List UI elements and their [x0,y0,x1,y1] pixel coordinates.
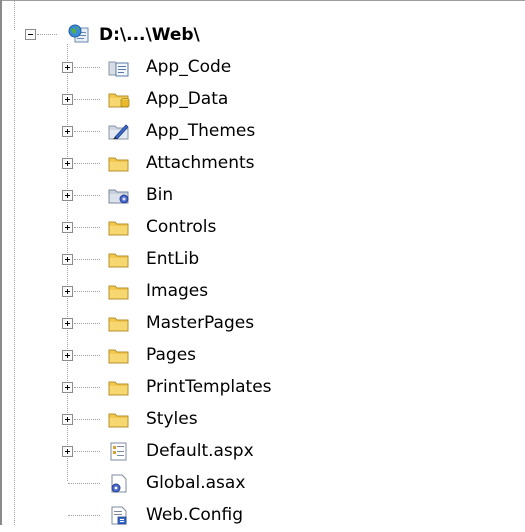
tree-connector [74,259,100,260]
tree-connector [74,291,100,292]
tree-item-label: Pages [146,345,197,365]
folder-icon [108,349,129,364]
tree-item-label: PrintTemplates [146,377,272,397]
tree-item-attachments[interactable]: Attachments [0,148,300,180]
tree-connector [74,419,100,420]
tree-connector [74,355,100,356]
tree-item-label: Controls [146,217,217,237]
tree-connector [74,451,100,452]
expand-toggle[interactable] [62,222,73,233]
folder-icon [108,221,129,236]
tree-item-label: MasterPages [146,313,255,333]
tree-item-label: Styles [146,409,198,429]
tree-connector [74,99,100,100]
aspx-page-icon [110,442,127,461]
tree-item-label: EntLib [146,249,200,269]
tree-item-label: App_Code [146,57,232,77]
tree-item-app-data[interactable]: App_Data [0,84,300,116]
tree-item-default-aspx[interactable]: Default.aspx [0,436,300,468]
app-data-folder-icon [108,93,130,108]
tree-connector [74,163,100,164]
root-label: D:\...\Web\ [99,25,200,45]
tree-connector [74,195,100,196]
app-themes-folder-icon [108,124,129,140]
folder-icon [108,285,129,300]
tree-item-label: Attachments [146,153,255,173]
folder-icon [108,381,129,396]
web-project-icon [68,24,89,43]
tree-connector [74,131,100,132]
top-border [0,0,525,1]
tree-connector [74,387,100,388]
folder-icon [108,317,129,332]
expand-toggle[interactable] [62,446,73,457]
tree-item-label: Default.aspx [146,441,254,461]
tree-item-label: Bin [146,185,174,205]
tree-connector [68,515,100,516]
tree-connector [68,483,100,484]
app-code-folder-icon [108,61,129,77]
asax-file-icon [111,474,127,493]
tree-item-pages[interactable]: Pages [0,340,300,372]
expand-toggle[interactable] [62,254,73,265]
tree-connector [74,67,100,68]
tree-item-global-asax[interactable]: Global.asax [0,468,300,500]
tree-item-app-themes[interactable]: App_Themes [0,116,300,148]
expand-toggle[interactable] [62,94,73,105]
folder-icon [108,413,129,428]
tree-item-label: Web.Config [146,505,244,525]
tree-connector [74,227,100,228]
expand-toggle[interactable] [62,382,73,393]
folder-icon [108,253,129,268]
bin-folder-icon [108,189,129,204]
expand-toggle[interactable] [62,286,73,297]
tree-item-app-code[interactable]: App_Code [0,52,300,84]
tree-item-label: App_Themes [146,121,256,141]
tree-item-label: Global.asax [146,473,246,493]
solution-explorer-tree: D:\...\Web\ App_Code App_Data App_Themes… [0,0,525,525]
expand-toggle[interactable] [62,350,73,361]
tree-item-label: Images [146,281,209,301]
tree-item-masterpages[interactable]: MasterPages [0,308,300,340]
expand-toggle[interactable] [62,318,73,329]
expand-toggle[interactable] [62,62,73,73]
tree-item-bin[interactable]: Bin [0,180,300,212]
config-file-icon [111,506,127,525]
tree-connector [74,323,100,324]
tree-item-controls[interactable]: Controls [0,212,300,244]
tree-item-entlib[interactable]: EntLib [0,244,300,276]
tree-root-node[interactable]: D:\...\Web\ [0,19,260,51]
expand-toggle[interactable] [62,414,73,425]
expand-toggle[interactable] [62,126,73,137]
folder-icon [108,157,129,172]
tree-item-printtemplates[interactable]: PrintTemplates [0,372,300,404]
expand-toggle[interactable] [62,158,73,169]
tree-item-label: App_Data [146,89,229,109]
root-connector [37,34,57,35]
collapse-toggle[interactable] [25,29,36,40]
tree-item-images[interactable]: Images [0,276,300,308]
tree-item-styles[interactable]: Styles [0,404,300,436]
expand-toggle[interactable] [62,190,73,201]
tree-item-web-config[interactable]: Web.Config [0,500,300,532]
